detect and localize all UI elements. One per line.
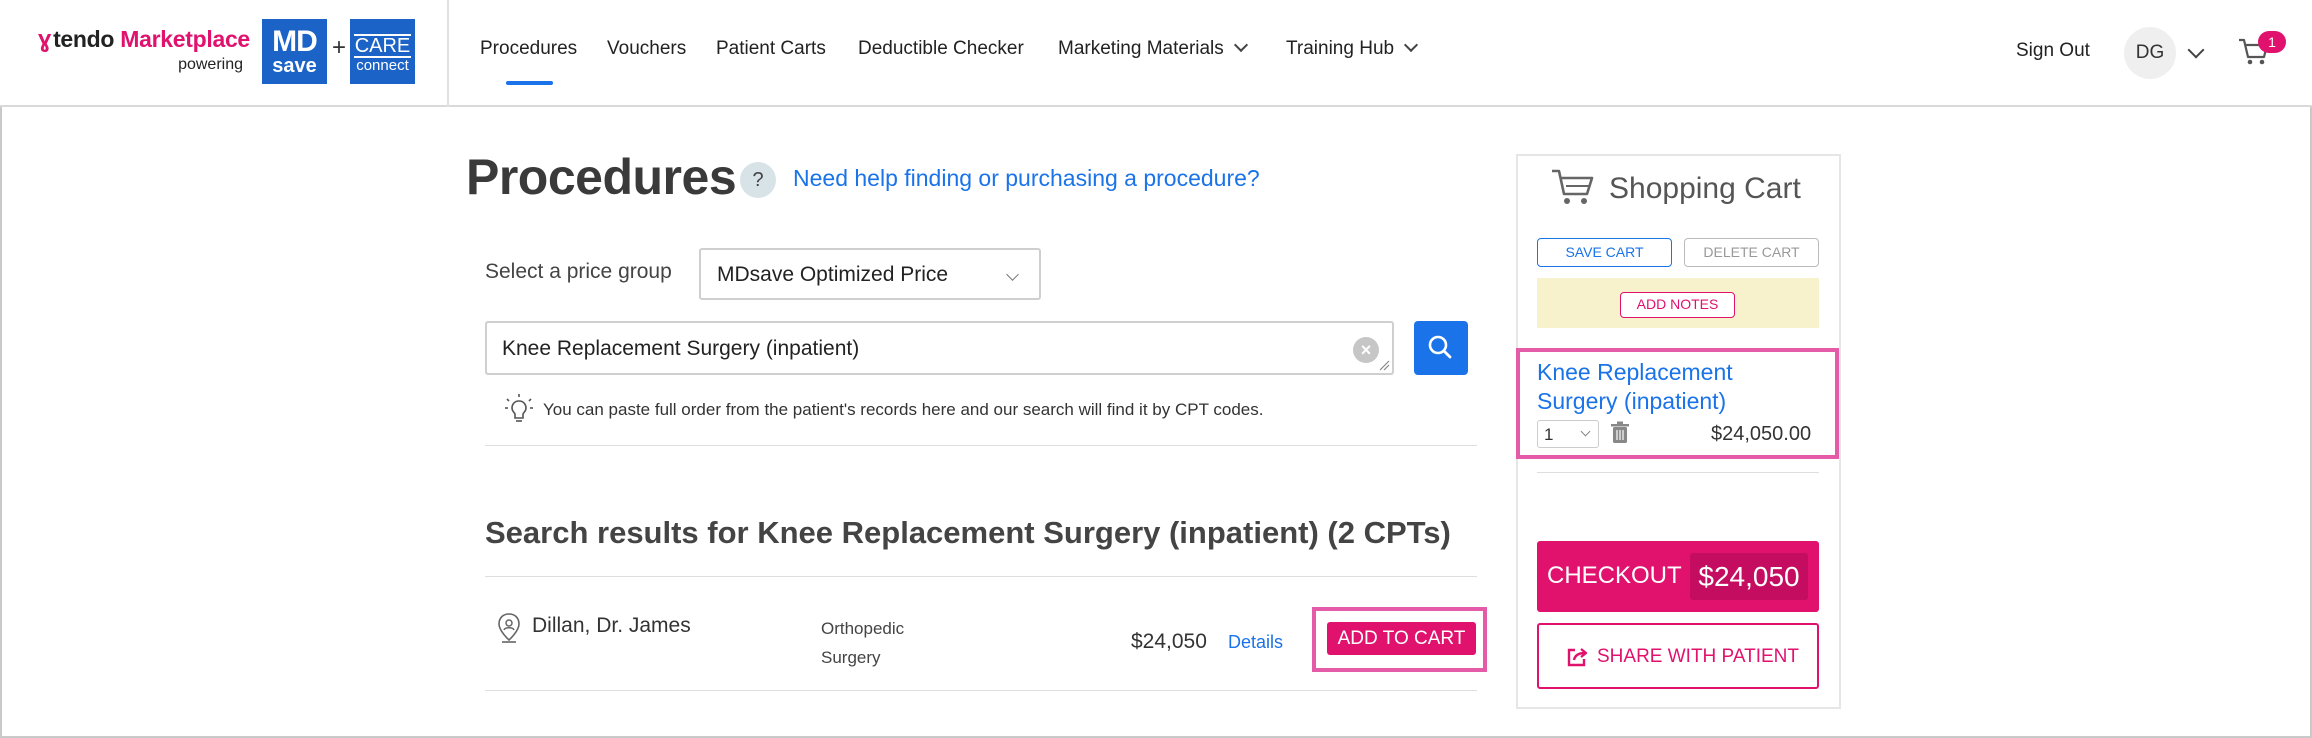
divider [485,445,1477,446]
share-with-patient-button[interactable]: SHARE WITH PATIENT [1537,623,1819,689]
brand-marketplace: Marketplace [120,26,250,52]
nav-label: Deductible Checker [858,38,1024,59]
price-group-label: Select a price group [485,260,672,283]
price-group-value: MDsave Optimized Price [717,263,949,286]
header-divider [447,0,449,107]
share-label: SHARE WITH PATIENT [1597,646,1799,667]
save-cart-button[interactable]: SAVE CART [1537,238,1672,267]
cart-item-name[interactable]: Knee Replacement Surgery (inpatient) [1537,358,1807,416]
cart-count-badge: 1 [2258,31,2286,53]
search-icon [1428,335,1452,359]
divider [1537,472,1819,473]
delete-cart-button[interactable]: DELETE CART [1684,238,1819,267]
logo-plus: + [331,34,346,61]
mdsave-save: save [272,55,317,77]
resize-handle-icon[interactable] [1378,359,1390,371]
nav-procedures[interactable]: Procedures [480,38,578,85]
help-icon[interactable]: ? [740,162,776,198]
care-text: CARE [354,34,411,58]
nav-marketing-materials[interactable]: Marketing Materials [1058,37,1248,60]
nav-vouchers[interactable]: Vouchers [607,38,686,60]
help-link[interactable]: Need help finding or purchasing a proced… [793,165,1260,192]
chevron-down-icon [1580,426,1591,437]
add-to-cart-button[interactable]: ADD TO CART [1327,622,1476,655]
nav-deductible-checker[interactable]: Deductible Checker [858,38,1024,60]
procedure-search-input[interactable]: Knee Replacement Surgery (inpatient) × [485,321,1394,375]
user-avatar[interactable]: DG [2124,27,2176,79]
brand-title: ɣtendo Marketplace [38,26,250,54]
add-notes-button[interactable]: ADD NOTES [1620,292,1735,318]
lightbulb-icon [505,394,533,422]
tendo-marketplace-logo[interactable]: ɣtendo Marketplace powering [38,26,250,76]
search-value: Knee Replacement Surgery (inpatient) [502,337,860,360]
quantity-select[interactable]: 1 [1537,420,1599,448]
provider-name: Dillan, Dr. James [532,614,691,637]
careconnect-logo: CARE connect [350,19,415,84]
location-pin-icon [498,613,520,643]
checkout-button[interactable]: CHECKOUT $24,050 [1537,541,1819,612]
search-button[interactable] [1414,321,1468,375]
results-title: Search results for Knee Replacement Surg… [485,515,1451,550]
share-icon [1567,648,1588,667]
tendo-logo-icon: ɣ [38,26,52,53]
nav-label: Training Hub [1286,38,1395,59]
trash-icon[interactable] [1610,421,1630,445]
cart-icon [1552,169,1594,204]
shopping-cart-title: Shopping Cart [1609,172,1801,205]
nav-label: Patient Carts [716,38,826,59]
chevron-down-icon [1404,37,1419,53]
checkout-amount: $24,050 [1690,553,1808,600]
sign-out-link[interactable]: Sign Out [2016,40,2090,62]
brand-powering: powering [178,56,243,73]
quantity-value: 1 [1544,425,1554,444]
chevron-down-icon [1006,268,1019,281]
page-title: Procedures [466,149,737,205]
nav-label: Marketing Materials [1058,38,1224,59]
mdsave-md: MD [272,25,318,58]
top-header: ɣtendo Marketplace powering MD save + CA… [0,0,2312,107]
clear-icon[interactable]: × [1353,337,1379,363]
checkout-label: CHECKOUT [1547,562,1682,589]
procedure-price: $24,050 [1131,630,1207,653]
chevron-down-icon[interactable] [2187,41,2205,59]
divider [485,576,1477,577]
connect-text: connect [356,57,409,74]
divider [485,690,1477,691]
mdsave-logo: MD save [262,19,327,84]
brand-tendo: tendo [53,26,115,52]
nav-training-hub[interactable]: Training Hub [1286,37,1419,60]
nav-label: Procedures [480,38,578,59]
search-hint: You can paste full order from the patien… [543,400,1264,419]
chevron-down-icon [1233,37,1248,53]
nav-label: Vouchers [607,38,687,59]
provider-specialty: Orthopedic Surgery [821,619,905,667]
details-link[interactable]: Details [1228,632,1283,653]
nav-patient-carts[interactable]: Patient Carts [716,38,826,60]
cart-item-price: $24,050.00 [1711,423,1812,445]
price-group-select[interactable]: MDsave Optimized Price [699,248,1041,300]
